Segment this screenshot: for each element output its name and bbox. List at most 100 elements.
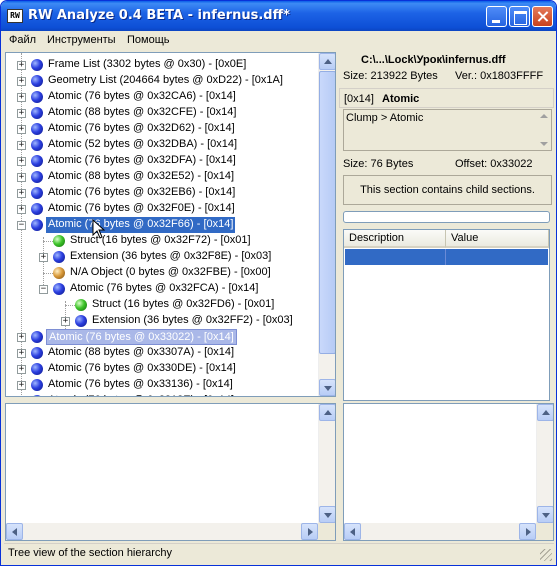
expand-icon[interactable]: +: [17, 333, 26, 342]
tree-item[interactable]: Struct (16 bytes @ 0x32F72) - [0x01]: [6, 233, 316, 249]
expand-icon[interactable]: +: [17, 189, 26, 198]
tree-item-label[interactable]: Atomic (76 bytes @ 0x32CA6) - [0x14]: [46, 89, 238, 105]
tree-item[interactable]: + Atomic (88 bytes @ 0x32E52) - [0x14]: [6, 169, 316, 185]
expand-icon[interactable]: +: [17, 93, 26, 102]
tree-item-label[interactable]: Frame List (3302 bytes @ 0x30) - [0x0E]: [46, 57, 248, 73]
tree-item[interactable]: + Atomic (76 bytes @ 0x32CA6) - [0x14]: [6, 89, 316, 105]
blue-sphere-icon: [31, 379, 43, 391]
tree-item-label[interactable]: Atomic (88 bytes @ 0x32E52) - [0x14]: [46, 169, 236, 185]
scroll-thumb[interactable]: [319, 71, 335, 354]
expand-icon[interactable]: +: [17, 109, 26, 118]
bottom-left-hscroll[interactable]: [6, 523, 318, 540]
path-scrollbar[interactable]: [537, 110, 551, 150]
scroll-left-button[interactable]: [6, 523, 23, 540]
collapse-icon[interactable]: −: [39, 285, 48, 294]
collapse-icon[interactable]: −: [17, 221, 26, 230]
expand-icon[interactable]: +: [17, 125, 26, 134]
tree-item[interactable]: + Atomic (76 bytes @ 0x32DFA) - [0x14]: [6, 153, 316, 169]
tree-item-label[interactable]: Atomic (76 bytes @ 0x32D62) - [0x14]: [46, 121, 237, 137]
scroll-down-button[interactable]: [319, 379, 335, 396]
scroll-up-button[interactable]: [319, 404, 335, 421]
expand-icon[interactable]: +: [17, 61, 26, 70]
expand-icon[interactable]: +: [61, 317, 70, 326]
path-scroll-up-icon[interactable]: [540, 114, 548, 118]
resize-grip-icon[interactable]: [540, 549, 552, 561]
scroll-down-button[interactable]: [537, 506, 553, 523]
tree-item[interactable]: − Atomic (76 bytes @ 0x32FCA) - [0x14]: [6, 281, 316, 297]
tree-item-label[interactable]: Geometry List (204664 bytes @ 0xD22) - […: [46, 73, 285, 89]
tree-item[interactable]: + Extension (36 bytes @ 0x32F8E) - [0x03]: [6, 249, 316, 265]
bottom-right-vscroll[interactable]: [536, 404, 553, 523]
scroll-right-button[interactable]: [519, 523, 536, 540]
list-item-selected[interactable]: [345, 249, 548, 265]
tree-item-label[interactable]: Extension (36 bytes @ 0x32FF2) - [0x03]: [90, 313, 295, 329]
column-value[interactable]: Value: [446, 230, 549, 248]
blue-sphere-icon: [53, 251, 65, 263]
tree-item-label[interactable]: Atomic (52 bytes @ 0x32DBA) - [0x14]: [46, 137, 239, 153]
tree-item[interactable]: N/A Object (0 bytes @ 0x32FBE) - [0x00]: [6, 265, 316, 281]
tree-item-label[interactable]: Atomic (76 bytes @ 0x32FCA) - [0x14]: [68, 281, 260, 297]
column-description[interactable]: Description: [344, 230, 446, 248]
tree-item-label[interactable]: Extension (36 bytes @ 0x32F8E) - [0x03]: [68, 249, 273, 265]
tree-item-label[interactable]: Atomic (88 bytes @ 0x3307A) - [0x14]: [46, 345, 236, 361]
tree-item[interactable]: + Atomic (88 bytes @ 0x32CFE) - [0x14]: [6, 105, 316, 121]
tree-item[interactable]: − Atomic (76 bytes @ 0x32F66) - [0x14]: [6, 217, 316, 233]
info-panel: C:\...\Lock\Урок\infernus.dff Size: 2139…: [339, 51, 554, 401]
expand-icon[interactable]: +: [39, 253, 48, 262]
maximize-button[interactable]: [509, 6, 530, 27]
tree-item[interactable]: + Atomic (76 bytes @ 0x32D62) - [0x14]: [6, 121, 316, 137]
scroll-right-button[interactable]: [301, 523, 318, 540]
tree-item-label[interactable]: Atomic (88 bytes @ 0x32CFE) - [0x14]: [46, 105, 238, 121]
tree-item[interactable]: + Atomic (76 bytes @ 0x33136) - [0x14]: [6, 377, 316, 393]
tree-item-label[interactable]: Atomic (76 bytes @ 0x32EB6) - [0x14]: [46, 185, 237, 201]
close-button[interactable]: [532, 6, 553, 27]
menu-help[interactable]: Помощь: [127, 34, 170, 46]
tree-item-label[interactable]: Atomic (76 bytes @ 0x330DE) - [0x14]: [46, 361, 238, 377]
expand-icon[interactable]: +: [17, 157, 26, 166]
expand-icon[interactable]: +: [17, 141, 26, 150]
tree-item-label[interactable]: Atomic (76 bytes @ 0x33136) - [0x14]: [46, 377, 235, 393]
tree-item[interactable]: + Atomic (52 bytes @ 0x32DBA) - [0x14]: [6, 137, 316, 153]
scroll-left-button[interactable]: [344, 523, 361, 540]
expand-icon[interactable]: +: [17, 381, 26, 390]
scroll-up-button[interactable]: [537, 404, 553, 421]
detail-view-panel[interactable]: [343, 403, 554, 541]
bottom-right-hscroll[interactable]: [344, 523, 536, 540]
tree-item-label[interactable]: Atomic (76 bytes @ 0x32F66) - [0x14]: [46, 217, 236, 233]
app-icon[interactable]: RW: [7, 9, 23, 23]
expand-icon[interactable]: +: [17, 77, 26, 86]
tree-item-label[interactable]: Struct (16 bytes @ 0x32FD6) - [0x01]: [90, 297, 276, 313]
section-tree[interactable]: + Frame List (3302 bytes @ 0x30) - [0x0E]…: [5, 52, 336, 397]
tree-item-label[interactable]: N/A Object (0 bytes @ 0x32FBE) - [0x00]: [68, 265, 273, 281]
tree-scrollbar[interactable]: [318, 53, 335, 396]
tree-item-label[interactable]: Atomic (76 bytes @ 0x3318E) - [0x14]: [46, 393, 236, 396]
scroll-down-button[interactable]: [319, 506, 335, 523]
menu-tools[interactable]: Инструменты: [47, 34, 116, 46]
title-bar[interactable]: RW RW Analyze 0.4 BETA - infernus.dff*: [1, 1, 556, 31]
tree-item-label[interactable]: Atomic (76 bytes @ 0x32DFA) - [0x14]: [46, 153, 238, 169]
tree-item[interactable]: +Atomic (76 bytes @ 0x3318E) - [0x14]: [6, 393, 316, 396]
bottom-left-vscroll[interactable]: [318, 404, 335, 523]
tree-item[interactable]: + Extension (36 bytes @ 0x32FF2) - [0x03]: [6, 313, 316, 329]
expand-icon[interactable]: +: [17, 349, 26, 358]
scroll-up-button[interactable]: [319, 53, 335, 70]
expand-icon[interactable]: +: [17, 205, 26, 214]
tree-item[interactable]: + Atomic (76 bytes @ 0x32EB6) - [0x14]: [6, 185, 316, 201]
tree-item-label[interactable]: Atomic (76 bytes @ 0x32F0E) - [0x14]: [46, 201, 237, 217]
hex-view-panel[interactable]: [5, 403, 336, 541]
tree-item[interactable]: + Atomic (76 bytes @ 0x32F0E) - [0x14]: [6, 201, 316, 217]
tree-item[interactable]: + Atomic (88 bytes @ 0x3307A) - [0x14]: [6, 345, 316, 361]
tree-item[interactable]: + Geometry List (204664 bytes @ 0xD22) - …: [6, 73, 316, 89]
minimize-button[interactable]: [486, 6, 507, 27]
path-scroll-down-icon[interactable]: [540, 142, 548, 146]
tree-item[interactable]: + Atomic (76 bytes @ 0x330DE) - [0x14]: [6, 361, 316, 377]
tree-item[interactable]: + Frame List (3302 bytes @ 0x30) - [0x0E]: [6, 57, 316, 73]
expand-icon[interactable]: +: [17, 365, 26, 374]
menu-file[interactable]: Файл: [9, 34, 36, 46]
tree-item[interactable]: + Atomic (76 bytes @ 0x33022) - [0x14]: [6, 329, 316, 345]
tree-item-label[interactable]: Atomic (76 bytes @ 0x33022) - [0x14]: [46, 329, 237, 345]
tree-item[interactable]: Struct (16 bytes @ 0x32FD6) - [0x01]: [6, 297, 316, 313]
file-size: Size: 213922 Bytes: [343, 70, 438, 82]
property-list[interactable]: Description Value: [343, 229, 550, 401]
expand-icon[interactable]: +: [17, 173, 26, 182]
